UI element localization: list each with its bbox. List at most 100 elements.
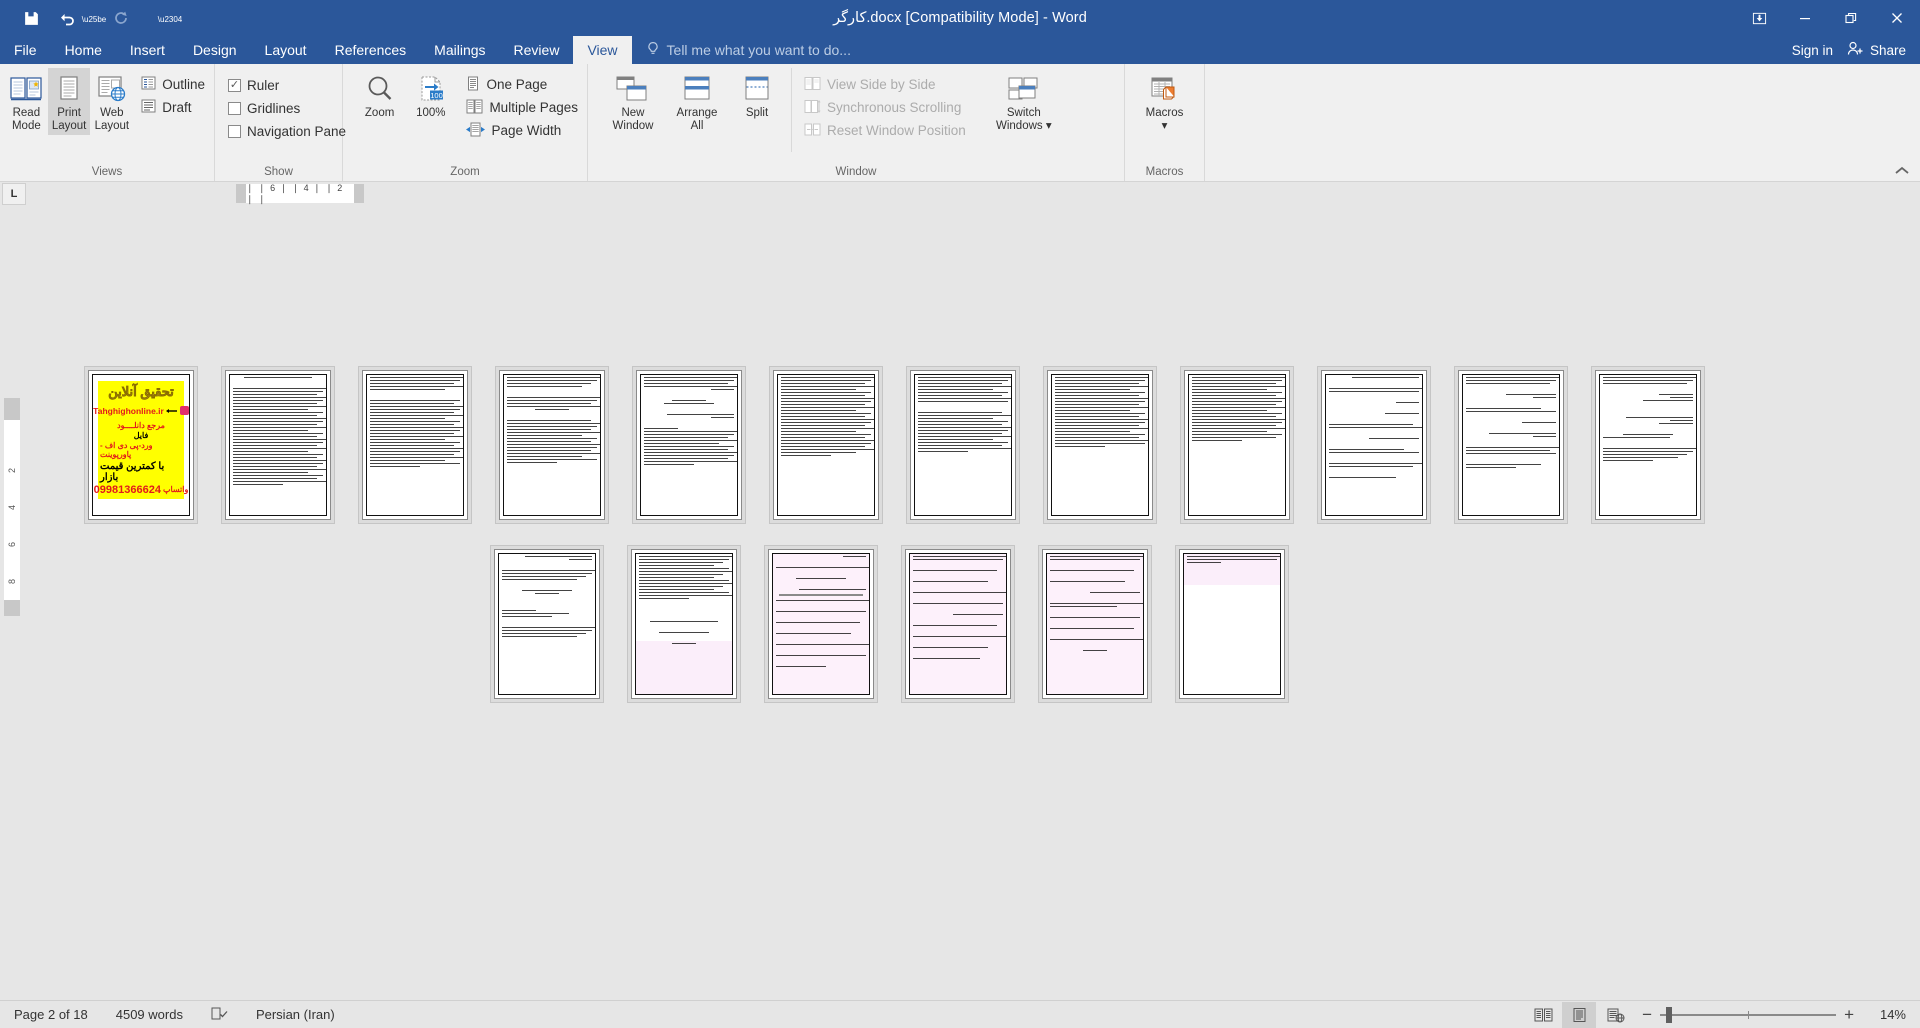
web-layout-button[interactable]: Web Layout bbox=[90, 68, 133, 135]
page-9[interactable] bbox=[1184, 370, 1290, 520]
outline-button[interactable]: Outline bbox=[137, 73, 209, 96]
split-button[interactable]: Split bbox=[729, 68, 785, 122]
tab-home[interactable]: Home bbox=[51, 36, 116, 64]
gridlines-checkbox-item[interactable]: Gridlines bbox=[224, 97, 350, 120]
page-14[interactable] bbox=[631, 549, 737, 699]
page-1[interactable]: تحقیق آنلاین Tahghighonline.ir مرجع دانل… bbox=[88, 370, 194, 520]
ad-whatsapp: واتساپ bbox=[162, 485, 189, 495]
group-label-zoom: Zoom bbox=[450, 166, 480, 178]
page-17[interactable] bbox=[1042, 549, 1148, 699]
page-11[interactable] bbox=[1458, 370, 1564, 520]
minimize-icon[interactable] bbox=[1782, 0, 1828, 36]
page-thumbnail-6[interactable] bbox=[769, 366, 883, 524]
ruler-checkbox[interactable]: ✓ bbox=[228, 79, 241, 92]
page-6[interactable] bbox=[773, 370, 879, 520]
tab-review[interactable]: Review bbox=[500, 36, 574, 64]
page-thumbnail-10[interactable] bbox=[1317, 366, 1431, 524]
sign-in-link[interactable]: Sign in bbox=[1792, 43, 1833, 58]
page-thumbnail-13[interactable] bbox=[490, 545, 604, 703]
zoom-slider-track[interactable] bbox=[1660, 1006, 1837, 1023]
arrange-all-button[interactable]: Arrange All bbox=[665, 68, 729, 135]
language-indicator[interactable]: Persian (Iran) bbox=[242, 1007, 349, 1022]
page-13[interactable] bbox=[494, 549, 600, 699]
word-count[interactable]: 4509 words bbox=[102, 1007, 197, 1022]
zoom-level[interactable]: 14% bbox=[1864, 1007, 1906, 1022]
page-18[interactable] bbox=[1179, 549, 1285, 699]
page-16[interactable] bbox=[905, 549, 1011, 699]
page-7[interactable] bbox=[910, 370, 1016, 520]
zoom-slider-thumb[interactable] bbox=[1666, 1006, 1673, 1023]
tab-design[interactable]: Design bbox=[179, 36, 251, 64]
page-thumbnail-5[interactable] bbox=[632, 366, 746, 524]
save-icon[interactable] bbox=[14, 4, 48, 32]
undo-icon[interactable] bbox=[50, 4, 84, 32]
collapse-ribbon-icon[interactable] bbox=[1894, 164, 1910, 179]
page-thumbnail-18[interactable] bbox=[1175, 545, 1289, 703]
tab-stop-selector[interactable]: L bbox=[2, 183, 26, 205]
page-thumbnail-3[interactable] bbox=[358, 366, 472, 524]
page-indicator[interactable]: Page 2 of 18 bbox=[0, 1007, 102, 1022]
page-thumbnail-11[interactable] bbox=[1454, 366, 1568, 524]
page-width-button[interactable]: Page Width bbox=[462, 119, 582, 142]
page-4[interactable] bbox=[499, 370, 605, 520]
navigation-pane-checkbox[interactable] bbox=[228, 125, 241, 138]
print-layout-view-button[interactable] bbox=[1562, 1001, 1597, 1028]
page-10[interactable] bbox=[1321, 370, 1427, 520]
page-12[interactable] bbox=[1595, 370, 1701, 520]
page-5[interactable] bbox=[636, 370, 742, 520]
customize-quick-access-icon[interactable]: \u2304 bbox=[158, 4, 182, 32]
page-thumbnail-12[interactable] bbox=[1591, 366, 1705, 524]
tab-file[interactable]: File bbox=[0, 36, 51, 64]
tab-mailings[interactable]: Mailings bbox=[420, 36, 499, 64]
proofing-icon bbox=[211, 1006, 228, 1024]
draft-button[interactable]: Draft bbox=[137, 96, 209, 119]
page-2[interactable] bbox=[225, 370, 331, 520]
restore-icon[interactable] bbox=[1828, 0, 1874, 36]
new-window-button[interactable]: New Window bbox=[601, 68, 665, 135]
close-icon[interactable] bbox=[1874, 0, 1920, 36]
undo-dropdown-icon[interactable]: \u25be bbox=[82, 4, 106, 32]
page-thumbnail-15[interactable] bbox=[764, 545, 878, 703]
switch-windows-button[interactable]: Switch Windows ▾ bbox=[992, 68, 1056, 135]
zoom-slider[interactable]: − + bbox=[1634, 1006, 1862, 1023]
macros-button[interactable]: Macros ▾ bbox=[1137, 68, 1193, 135]
page-thumbnail-7[interactable] bbox=[906, 366, 1020, 524]
page-thumbnail-16[interactable] bbox=[901, 545, 1015, 703]
view-side-by-side-icon bbox=[804, 76, 821, 94]
tell-me-search[interactable]: Tell me what you want to do... bbox=[632, 36, 851, 64]
multiple-pages-button[interactable]: Multiple Pages bbox=[462, 96, 582, 119]
zoom-100-button[interactable]: 100 100% bbox=[405, 68, 456, 122]
one-page-button[interactable]: One Page bbox=[462, 73, 582, 96]
proofing-status[interactable] bbox=[197, 1006, 242, 1024]
ribbon-display-options-icon[interactable] bbox=[1736, 0, 1782, 36]
page-8[interactable] bbox=[1047, 370, 1153, 520]
tab-view[interactable]: View bbox=[573, 36, 632, 64]
ruler-checkbox-item[interactable]: ✓ Ruler bbox=[224, 74, 350, 97]
web-layout-view-button[interactable] bbox=[1598, 1002, 1632, 1028]
page-thumbnail-4[interactable] bbox=[495, 366, 609, 524]
read-mode-view-button[interactable] bbox=[1526, 1002, 1560, 1028]
page-thumbnail-14[interactable] bbox=[627, 545, 741, 703]
vertical-ruler[interactable]: 2 4 6 8 bbox=[0, 206, 24, 1000]
tab-layout[interactable]: Layout bbox=[251, 36, 321, 64]
zoom-button[interactable]: Zoom bbox=[354, 68, 405, 122]
page-thumbnail-1[interactable]: تحقیق آنلاین Tahghighonline.ir مرجع دانل… bbox=[84, 366, 198, 524]
page-thumbnail-8[interactable] bbox=[1043, 366, 1157, 524]
page-3[interactable] bbox=[362, 370, 468, 520]
zoom-in-button[interactable]: + bbox=[1844, 1006, 1854, 1023]
print-layout-button[interactable]: Print Layout bbox=[47, 68, 91, 135]
page-15[interactable] bbox=[768, 549, 874, 699]
share-button[interactable]: Share bbox=[1847, 41, 1906, 59]
tab-references[interactable]: References bbox=[321, 36, 421, 64]
gridlines-checkbox[interactable] bbox=[228, 102, 241, 115]
zoom-out-button[interactable]: − bbox=[1642, 1006, 1652, 1023]
page-17-content bbox=[1046, 553, 1144, 695]
page-thumbnail-2[interactable] bbox=[221, 366, 335, 524]
page-thumbnail-9[interactable] bbox=[1180, 366, 1294, 524]
vertical-ruler-bottom-margin bbox=[4, 600, 20, 616]
horizontal-ruler[interactable]: ❘ ❘ 6 ❘ ❘ 4 ❘ ❘ 2 ❘ ❘ bbox=[236, 183, 364, 204]
read-mode-button[interactable]: Read Mode bbox=[5, 68, 48, 135]
navigation-pane-checkbox-item[interactable]: Navigation Pane bbox=[224, 120, 350, 143]
tab-insert[interactable]: Insert bbox=[116, 36, 179, 64]
page-thumbnail-17[interactable] bbox=[1038, 545, 1152, 703]
